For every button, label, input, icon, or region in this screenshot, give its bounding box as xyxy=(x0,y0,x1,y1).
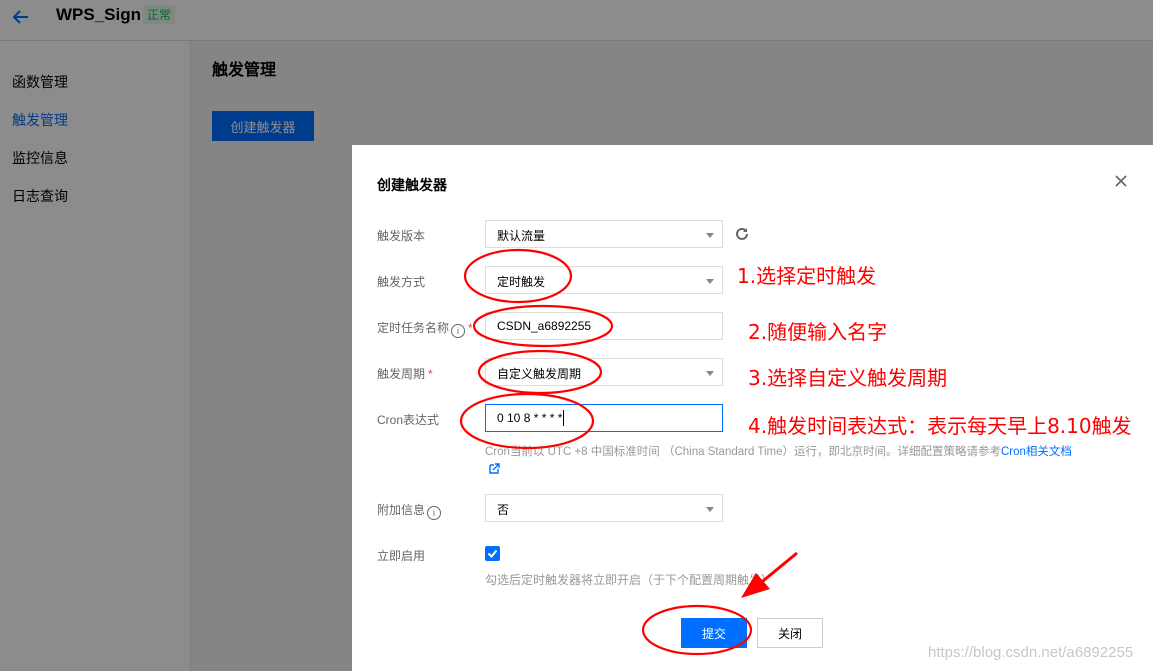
chevron-down-icon xyxy=(706,507,714,512)
cron-docs-link[interactable]: Cron相关文档 xyxy=(1001,446,1072,458)
enable-now-checkbox[interactable] xyxy=(485,546,500,561)
check-icon xyxy=(487,549,498,558)
period-value: 自定义触发周期 xyxy=(497,367,582,381)
period-select[interactable]: 自定义触发周期 xyxy=(485,358,723,386)
version-select[interactable]: 默认流量 xyxy=(485,220,723,248)
annotation-step4: 4.触发时间表达式：表示每天早上8.10触发 xyxy=(748,414,1132,438)
task-name-value: CSDN_a6892255 xyxy=(497,319,592,333)
create-trigger-modal: 创建触发器 触发版本 默认流量 触发方式 定时触发 定时任务名称 i * CSDN_… xyxy=(352,145,1153,671)
info-icon[interactable]: i xyxy=(451,324,466,338)
version-label: 触发版本 xyxy=(377,229,426,243)
task-name-label: 定时任务名称 i * xyxy=(377,321,473,338)
cron-value: 0 10 8 * * * * xyxy=(497,411,563,425)
chevron-down-icon xyxy=(706,371,714,376)
method-select[interactable]: 定时触发 xyxy=(485,266,723,294)
watermark: https://blog.csdn.net/a6892255 xyxy=(928,644,1134,661)
version-value: 默认流量 xyxy=(497,229,546,243)
enable-now-label: 立即启用 xyxy=(377,549,426,563)
cron-input[interactable]: 0 10 8 * * * * xyxy=(485,404,723,432)
refresh-icon[interactable] xyxy=(734,226,750,242)
submit-button[interactable]: 提交 xyxy=(681,618,747,648)
annotation-step1: 1.选择定时触发 xyxy=(737,264,877,288)
annotation-step3: 3.选择自定义触发周期 xyxy=(748,366,948,390)
enable-help-text: 勾选后定时触发器将立即开启（于下个配置周期触发） xyxy=(485,573,774,587)
close-button[interactable]: 关闭 xyxy=(757,618,823,648)
cron-label: Cron表达式 xyxy=(377,413,440,427)
chevron-down-icon xyxy=(706,279,714,284)
extra-info-select[interactable]: 否 xyxy=(485,494,723,522)
info-icon[interactable]: i xyxy=(427,506,442,520)
text-cursor xyxy=(563,410,564,426)
method-value: 定时触发 xyxy=(497,275,546,289)
extra-info-value: 否 xyxy=(497,503,510,517)
modal-title: 创建触发器 xyxy=(377,177,447,193)
close-icon[interactable] xyxy=(1112,172,1130,190)
chevron-down-icon xyxy=(706,233,714,238)
method-label: 触发方式 xyxy=(377,275,426,289)
period-label: 触发周期 * xyxy=(377,367,433,381)
task-name-input[interactable]: CSDN_a6892255 xyxy=(485,312,723,340)
extra-info-label: 附加信息 i xyxy=(377,501,442,520)
cron-help-text: Cron当前以 UTC +8 中国标准时间 （China Standard Ti… xyxy=(485,446,1072,458)
external-link-icon[interactable] xyxy=(489,462,500,474)
annotation-step2: 2.随便输入名字 xyxy=(748,320,888,344)
